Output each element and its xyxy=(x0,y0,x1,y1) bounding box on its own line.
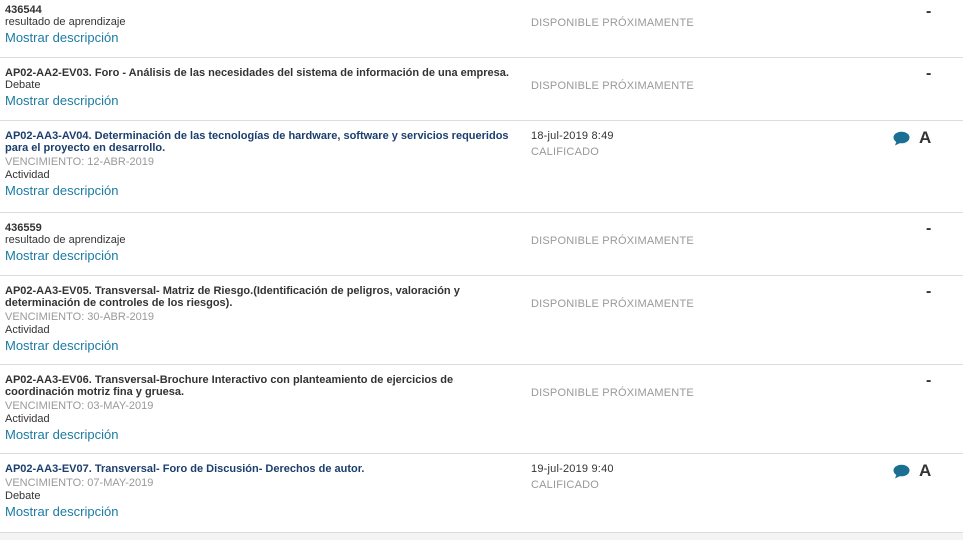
item-info: AP02-AA3-AV04. Determinación de las tecn… xyxy=(5,130,520,199)
due-date: VENCIMIENTO: 12-ABR-2019 xyxy=(5,156,154,168)
show-description-link[interactable]: Mostrar descripción xyxy=(5,248,520,264)
item-title-link[interactable]: AP02-AA3-EV07. Transversal- Foro de Disc… xyxy=(5,463,520,475)
item-info: AP02-AA2-EV03. Foro - Análisis de las ne… xyxy=(5,67,520,109)
item-status: DISPONIBLE PRÓXIMAMENTE xyxy=(531,387,694,399)
submission-date: 19-jul-2019 9:40 xyxy=(531,463,614,475)
grade-value: - xyxy=(926,283,932,300)
item-title-line: AP02-AA3-EV05. Transversal- Matriz de Ri… xyxy=(5,285,460,297)
item-title: 436559 xyxy=(5,222,42,234)
item-info: AP02-AA3-EV05. Transversal- Matriz de Ri… xyxy=(5,285,520,354)
item-status: DISPONIBLE PRÓXIMAMENTE xyxy=(531,80,694,92)
item-title-line: AP02-AA3-EV06. Transversal-Brochure Inte… xyxy=(5,374,454,386)
item-type: Debate xyxy=(5,79,41,91)
item-title: AP02-AA2-EV03. Foro - Análisis de las ne… xyxy=(5,67,509,79)
grade-row: AP02-AA3-EV06. Transversal-Brochure Inte… xyxy=(0,364,963,454)
item-info: AP02-AA3-EV07. Transversal- Foro de Disc… xyxy=(5,463,520,520)
item-title: 436544 xyxy=(5,4,42,16)
item-status-block: 19-jul-2019 9:40 CALIFICADO xyxy=(531,461,614,493)
grade-row: 436544 resultado de aprendizaje Mostrar … xyxy=(0,0,963,58)
item-title-line: coordinación motriz fina y gruesa. xyxy=(5,386,185,398)
page-bottom-strip xyxy=(0,533,963,540)
comment-bubble-icon[interactable] xyxy=(893,131,910,146)
item-title-line[interactable]: para el proyecto en desarrollo. xyxy=(5,142,520,154)
show-description-link[interactable]: Mostrar descripción xyxy=(5,427,520,443)
comment-bubble-icon[interactable] xyxy=(893,464,910,479)
show-description-link[interactable]: Mostrar descripción xyxy=(5,30,520,46)
item-type: Actividad xyxy=(5,169,50,181)
grade-row: AP02-AA2-EV03. Foro - Análisis de las ne… xyxy=(0,57,963,121)
item-info: 436559 resultado de aprendizaje Mostrar … xyxy=(5,222,520,264)
item-status: DISPONIBLE PRÓXIMAMENTE xyxy=(531,17,694,29)
grade-value: A xyxy=(919,128,932,147)
item-status: CALIFICADO xyxy=(531,146,600,158)
item-status-block: 18-jul-2019 8:49 CALIFICADO xyxy=(531,128,614,160)
item-type: resultado de aprendizaje xyxy=(5,234,126,246)
due-date: VENCIMIENTO: 03-MAY-2019 xyxy=(5,400,154,412)
due-date: VENCIMIENTO: 07-MAY-2019 xyxy=(5,477,154,489)
grade-row: 436559 resultado de aprendizaje Mostrar … xyxy=(0,212,963,276)
item-type: Debate xyxy=(5,490,41,502)
grade-row: AP02-AA3-EV05. Transversal- Matriz de Ri… xyxy=(0,275,963,365)
item-status: DISPONIBLE PRÓXIMAMENTE xyxy=(531,235,694,247)
item-title: AP02-AA3-EV05. Transversal- Matriz de Ri… xyxy=(5,285,520,309)
item-title-line[interactable]: AP02-AA3-AV04. Determinación de las tecn… xyxy=(5,130,520,142)
item-status: DISPONIBLE PRÓXIMAMENTE xyxy=(531,298,694,310)
submission-date: 18-jul-2019 8:49 xyxy=(531,130,614,142)
show-description-link[interactable]: Mostrar descripción xyxy=(5,504,520,520)
due-date: VENCIMIENTO: 30-ABR-2019 xyxy=(5,311,154,323)
grade-value: - xyxy=(926,372,932,389)
item-title-line: determinación de controles de los riesgo… xyxy=(5,297,233,309)
grade-value: - xyxy=(926,65,932,82)
item-status: CALIFICADO xyxy=(531,479,600,491)
grade-row: AP02-AA3-AV04. Determinación de las tecn… xyxy=(0,120,963,213)
show-description-link[interactable]: Mostrar descripción xyxy=(5,338,520,354)
grade-value: - xyxy=(926,220,932,237)
item-info: 436544 resultado de aprendizaje Mostrar … xyxy=(5,4,520,46)
item-title: AP02-AA3-EV06. Transversal-Brochure Inte… xyxy=(5,374,520,398)
item-info: AP02-AA3-EV06. Transversal-Brochure Inte… xyxy=(5,374,520,443)
grade-row: AP02-AA3-EV07. Transversal- Foro de Disc… xyxy=(0,453,963,533)
item-title-link[interactable]: AP02-AA3-AV04. Determinación de las tecn… xyxy=(5,130,520,154)
show-description-link[interactable]: Mostrar descripción xyxy=(5,183,520,199)
item-type: Actividad xyxy=(5,324,50,336)
grade-value: A xyxy=(919,461,932,480)
item-type: Actividad xyxy=(5,413,50,425)
grade-value: - xyxy=(926,3,932,20)
show-description-link[interactable]: Mostrar descripción xyxy=(5,93,520,109)
item-type: resultado de aprendizaje xyxy=(5,16,126,28)
